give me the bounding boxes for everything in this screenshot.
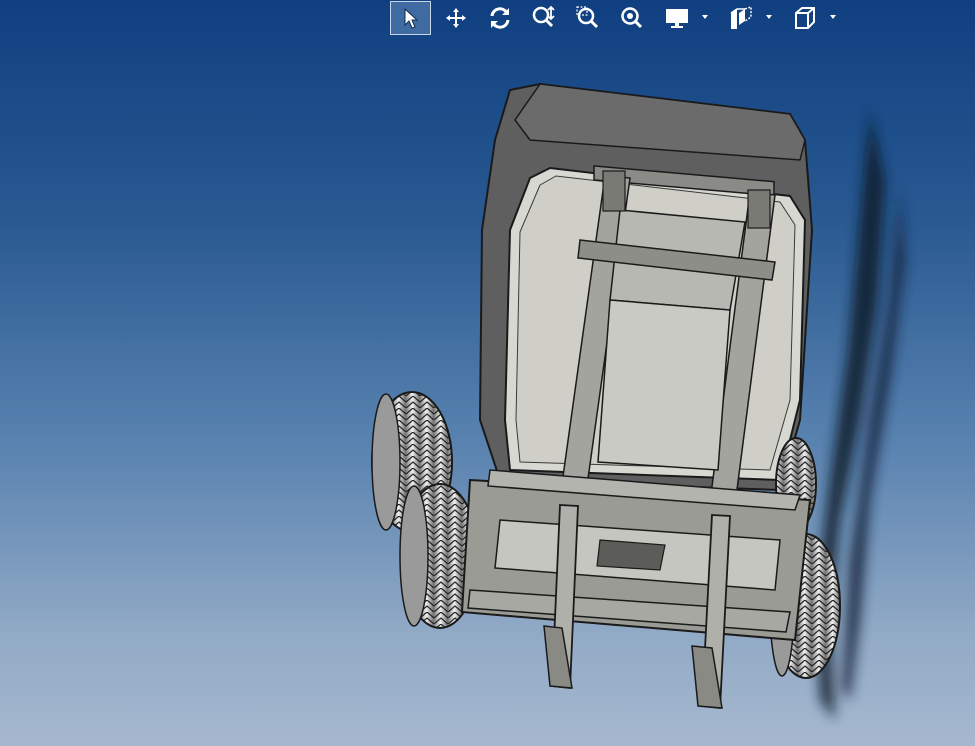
chevron-down-icon bbox=[702, 15, 708, 19]
view-orientation-button[interactable] bbox=[782, 1, 846, 35]
zoom-in-out-button[interactable] bbox=[522, 1, 566, 35]
pan-move-icon bbox=[446, 8, 466, 28]
zoom-fit-button[interactable] bbox=[610, 1, 654, 35]
chevron-down-icon bbox=[830, 15, 836, 19]
rotate-icon bbox=[490, 7, 510, 29]
chevron-down-icon bbox=[766, 15, 772, 19]
view-cube-icon bbox=[795, 7, 815, 29]
zoom-in-out-icon bbox=[532, 5, 555, 28]
model-scene[interactable] bbox=[0, 0, 975, 746]
select-arrow-icon bbox=[404, 7, 418, 29]
display-mode-button[interactable] bbox=[654, 1, 718, 35]
forklift-carriage bbox=[460, 469, 812, 642]
display-monitor-icon bbox=[666, 9, 688, 28]
zoom-window-button[interactable] bbox=[566, 1, 610, 35]
view-toolbar bbox=[390, 0, 846, 36]
select-tool-button[interactable] bbox=[390, 1, 431, 35]
zoom-fit-icon bbox=[621, 7, 643, 29]
zoom-window-icon bbox=[576, 6, 599, 29]
section-view-button[interactable] bbox=[718, 1, 782, 35]
section-view-icon bbox=[730, 5, 752, 29]
rotate-tool-button[interactable] bbox=[478, 1, 522, 35]
3d-viewport[interactable] bbox=[0, 0, 975, 746]
pan-tool-button[interactable] bbox=[434, 1, 478, 35]
